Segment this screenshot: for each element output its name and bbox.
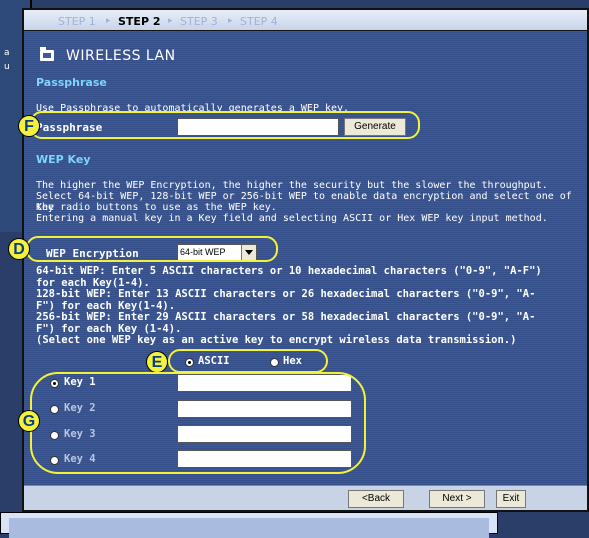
step-1: STEP 1	[58, 15, 96, 28]
wep-description-4: Entering a manual key in a Key field and…	[36, 213, 548, 224]
callout-badge-f: F	[18, 115, 40, 137]
wep-key-heading: WEP Key	[36, 153, 91, 166]
passphrase-heading: Passphrase	[36, 76, 107, 89]
callout-frame-d	[26, 236, 278, 262]
page-title: WIRELESS LAN	[66, 48, 176, 64]
callout-frame-g	[30, 372, 366, 474]
wizard-footer: <Back Next > Exit	[24, 485, 587, 510]
wep-info-line: 128-bit WEP: Enter 13 ASCII characters o…	[36, 288, 536, 300]
step-2: STEP 2	[118, 15, 161, 28]
step-3: STEP 3	[180, 15, 218, 28]
steps-bar: STEP 1 ▸ STEP 2 ▸ STEP 3 ▸ STEP 4	[24, 10, 587, 31]
step-separator: ▸	[106, 16, 111, 26]
wep-info-line: 256-bit WEP: Enter 29 ASCII characters o…	[36, 311, 536, 323]
step-4: STEP 4	[240, 15, 278, 28]
background-window-bottom-bar	[9, 518, 489, 538]
wep-info-line: (Select one WEP key as an active key to …	[36, 334, 517, 346]
callout-frame-f	[30, 111, 420, 139]
callout-badge-e: E	[146, 351, 168, 373]
step-separator: ▸	[228, 16, 233, 26]
callout-frame-e	[168, 349, 328, 373]
background-text-line: u	[4, 62, 10, 72]
background-window-bottom	[0, 512, 498, 538]
background-text-line: a	[4, 48, 10, 58]
back-button[interactable]: <Back	[348, 490, 404, 508]
wep-description-3: Key radio buttons to use as the WEP key.	[36, 202, 277, 213]
callout-badge-g: G	[18, 410, 40, 432]
callout-badge-d: D	[8, 238, 30, 260]
next-button[interactable]: Next >	[429, 490, 485, 508]
wep-info-line: 64-bit WEP: Enter 5 ASCII characters or …	[36, 265, 542, 277]
wep-info-text: 64-bit WEP: Enter 5 ASCII characters or …	[36, 265, 589, 347]
exit-button[interactable]: Exit	[496, 490, 526, 508]
wep-description-1: The higher the WEP Encryption, the highe…	[36, 180, 548, 191]
step-separator: ▸	[168, 16, 173, 26]
background-window-text: a u	[4, 46, 10, 74]
folder-icon	[40, 47, 54, 61]
